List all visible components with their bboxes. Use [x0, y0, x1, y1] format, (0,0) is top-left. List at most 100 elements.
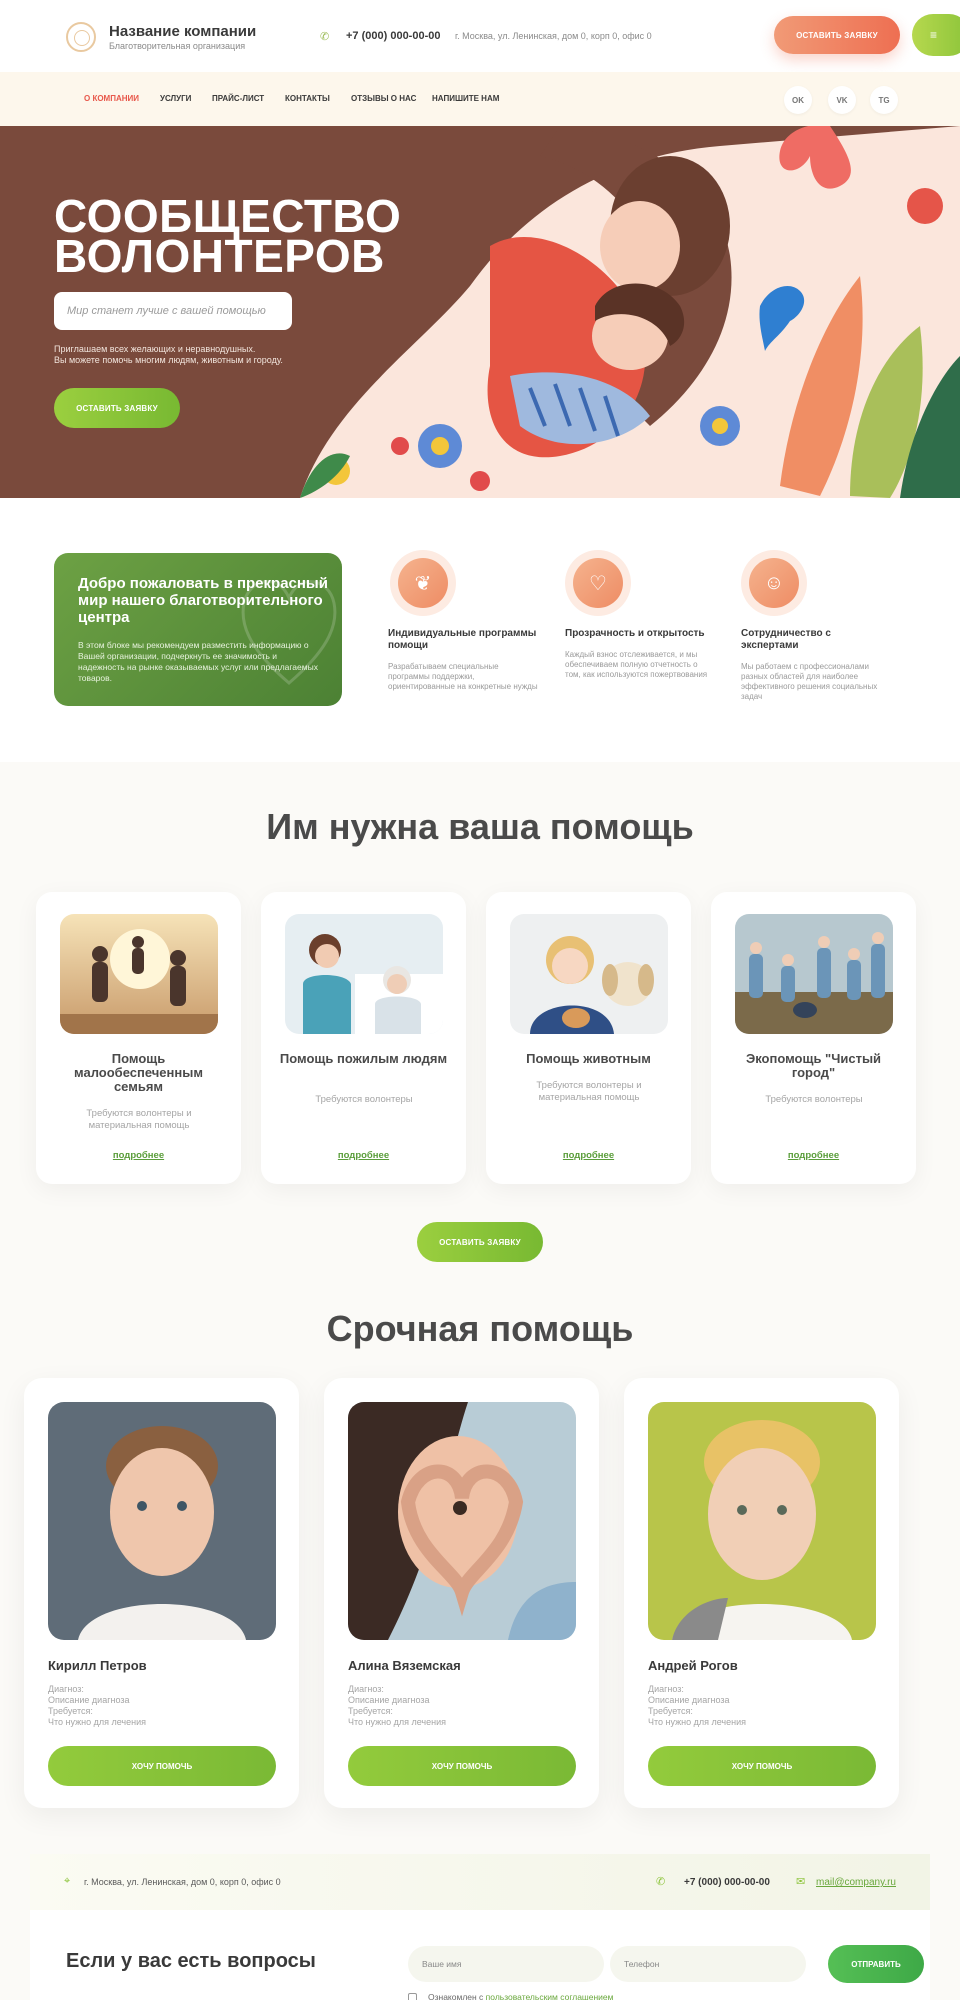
company-name[interactable]: Название компании: [109, 23, 256, 40]
menu-icon[interactable]: ≡: [912, 14, 960, 56]
hero-title: СООБЩЕСТВО ВОЛОНТЕРОВ: [54, 193, 401, 282]
help-card-animals[interactable]: Помощь животным Требуются волонтеры и ма…: [486, 892, 691, 1184]
feature-text: Каждый взнос отслеживается, и мы обеспеч…: [565, 650, 708, 679]
feature-experts: ☺ Сотрудничество с экспертами Мы работае…: [741, 550, 891, 702]
nav-item-reviews[interactable]: ОТЗЫВЫ О НАС: [351, 94, 416, 103]
hands-heart-icon: ❦: [398, 558, 448, 608]
nav-item-write-us[interactable]: НАПИШИТЕ НАМ: [432, 94, 499, 103]
contact-bar: ⌖ г. Москва, ул. Ленинская, дом 0, корп …: [30, 1854, 930, 1910]
andrey-photo: [648, 1402, 876, 1640]
urgent-card-alina: Алина Вяземская Диагноз: Описание диагно…: [324, 1378, 599, 1808]
required-label: Требуется:: [48, 1706, 93, 1716]
help-card-title: Экопомощь "Чистый город": [745, 1051, 882, 1080]
nav-item-pricelist[interactable]: ПРАЙС-ЛИСТ: [212, 94, 264, 103]
hero-input[interactable]: [54, 292, 292, 330]
patient-name: Андрей Рогов: [648, 1658, 738, 1673]
name-input[interactable]: [408, 1946, 604, 1982]
patient-name: Кирилл Петров: [48, 1658, 147, 1673]
feature-text: Мы работаем с профессионалами разных обл…: [741, 662, 878, 701]
diagnosis-label: Диагноз:: [648, 1684, 684, 1694]
eco-image: [735, 914, 893, 1034]
help-button[interactable]: ХОЧУ ПОМОЧЬ: [348, 1746, 576, 1786]
urgent-card-kirill: Кирилл Петров Диагноз: Описание диагноза…: [24, 1378, 299, 1808]
help-card-more-link[interactable]: подробнее: [711, 1150, 916, 1161]
hero-banner: СООБЩЕСТВО ВОЛОНТЕРОВ Приглашаем всех же…: [0, 126, 960, 498]
hero-title-line2: ВОЛОНТЕРОВ: [54, 230, 385, 282]
help-card-more-link[interactable]: подробнее: [36, 1150, 241, 1161]
nav-item-about[interactable]: О КОМПАНИИ: [84, 94, 139, 103]
logo-icon[interactable]: [66, 22, 96, 52]
hero-text-line2: Вы можете помочь многим людям, животным …: [54, 355, 283, 365]
patient-details: Диагноз: Описание диагноза Требуется: Чт…: [48, 1684, 146, 1728]
feature-individual-programs: ❦ Индивидуальные программы помощи Разраб…: [388, 550, 538, 692]
footer-phone[interactable]: +7 (000) 000-00-00: [684, 1877, 770, 1888]
footer-email[interactable]: mail@company.ru: [816, 1877, 896, 1888]
help-request-button[interactable]: ОСТАВИТЬ ЗАЯВКУ: [417, 1222, 543, 1262]
welcome-title: Добро пожаловать в прекрасный мир нашего…: [78, 575, 328, 626]
phone-input[interactable]: [610, 1946, 806, 1982]
diagnosis-value: Описание диагноза: [48, 1695, 130, 1705]
header: Название компании Благотворительная орга…: [0, 0, 960, 72]
help-card-eco[interactable]: Экопомощь "Чистый город" Требуются волон…: [711, 892, 916, 1184]
footer-address: г. Москва, ул. Ленинская, дом 0, корп 0,…: [84, 1877, 281, 1887]
help-card-sub: Требуются волонтеры: [765, 1094, 863, 1105]
help-card-more-link[interactable]: подробнее: [486, 1150, 691, 1161]
agree-prefix: Ознакомлен с: [428, 1992, 486, 2000]
hero-request-button[interactable]: ОСТАВИТЬ ЗАЯВКУ: [54, 388, 180, 428]
welcome-text: В этом блоке мы рекомендуем разместить и…: [78, 640, 318, 683]
header-request-button[interactable]: ОСТАВИТЬ ЗАЯВКУ: [774, 16, 900, 54]
help-button[interactable]: ХОЧУ ПОМОЧЬ: [48, 1746, 276, 1786]
help-card-title: Помощь малообеспеченным семьям: [74, 1051, 203, 1094]
team-icon: ☺: [749, 558, 799, 608]
diagnosis-label: Диагноз:: [348, 1684, 384, 1694]
feature-text: Разрабатываем специальные программы подд…: [388, 662, 538, 691]
help-card-elderly[interactable]: Помощь пожилым людям Требуются волонтеры…: [261, 892, 466, 1184]
help-card-title: Помощь животным: [526, 1051, 651, 1066]
questions-title: Если у вас есть вопросы: [66, 1950, 316, 1972]
contact-section: ⌖ г. Москва, ул. Ленинская, дом 0, корп …: [30, 1854, 930, 2000]
urgent-section-title: Срочная помощь: [326, 1308, 634, 1349]
hero-text-line1: Приглашаем всех желающих и неравнодушных…: [54, 344, 256, 354]
vk-icon[interactable]: VK: [828, 86, 856, 114]
header-address: г. Москва, ул. Ленинская, дом 0, корп 0,…: [455, 31, 652, 41]
urgent-card-andrey: Андрей Рогов Диагноз: Описание диагноза …: [624, 1378, 899, 1808]
patient-name: Алина Вяземская: [348, 1658, 461, 1673]
help-card-more-link[interactable]: подробнее: [261, 1150, 466, 1161]
help-card-families[interactable]: Помощь малообеспеченным семьям Требуются…: [36, 892, 241, 1184]
patient-details: Диагноз: Описание диагноза Требуется: Чт…: [348, 1684, 446, 1728]
help-card-title: Помощь пожилым людям: [279, 1051, 448, 1066]
agree-text: Ознакомлен с пользовательским соглашение…: [428, 1992, 613, 2000]
phone-icon: ✆: [320, 31, 330, 43]
telegram-icon[interactable]: TG: [870, 86, 898, 114]
welcome-card: Добро пожаловать в прекрасный мир нашего…: [54, 553, 342, 706]
mail-icon: ✉: [796, 1876, 806, 1888]
required-value: Что нужно для лечения: [48, 1717, 146, 1727]
features-section: Добро пожаловать в прекрасный мир нашего…: [0, 498, 960, 762]
submit-button[interactable]: ОТПРАВИТЬ: [828, 1945, 924, 1983]
feature-title: Прозрачность и открытость: [565, 628, 705, 639]
diagnosis-value: Описание диагноза: [348, 1695, 430, 1705]
header-phone[interactable]: +7 (000) 000-00-00: [346, 30, 440, 42]
location-pin-icon: ⌖: [64, 1875, 71, 1887]
feature-title: Сотрудничество с экспертами: [741, 628, 831, 651]
phone-icon: ✆: [656, 1876, 666, 1888]
nav-item-services[interactable]: УСЛУГИ: [160, 94, 191, 103]
user-agreement-link[interactable]: пользовательским соглашением: [486, 1992, 614, 2000]
required-value: Что нужно для лечения: [348, 1717, 446, 1727]
help-button[interactable]: ХОЧУ ПОМОЧЬ: [648, 1746, 876, 1786]
diagnosis-label: Диагноз:: [48, 1684, 84, 1694]
required-value: Что нужно для лечения: [648, 1717, 746, 1727]
handshake-icon: ♡: [573, 558, 623, 608]
patient-details: Диагноз: Описание диагноза Требуется: Чт…: [648, 1684, 746, 1728]
nav-item-contacts[interactable]: КОНТАКТЫ: [285, 94, 330, 103]
required-label: Требуется:: [348, 1706, 393, 1716]
feature-transparency: ♡ Прозрачность и открытость Каждый взнос…: [565, 550, 715, 680]
help-card-sub: Требуются волонтеры и материальная помощ…: [86, 1108, 192, 1131]
agree-checkbox[interactable]: [408, 1993, 417, 2000]
elderly-image: [285, 914, 443, 1034]
alina-photo: [348, 1402, 576, 1640]
feature-title: Индивидуальные программы помощи: [388, 628, 537, 651]
help-card-sub: Требуются волонтеры: [315, 1094, 413, 1105]
odnoklassniki-icon[interactable]: OK: [784, 86, 812, 114]
main-nav: О КОМПАНИИ УСЛУГИ ПРАЙС-ЛИСТ КОНТАКТЫ ОТ…: [0, 72, 960, 126]
